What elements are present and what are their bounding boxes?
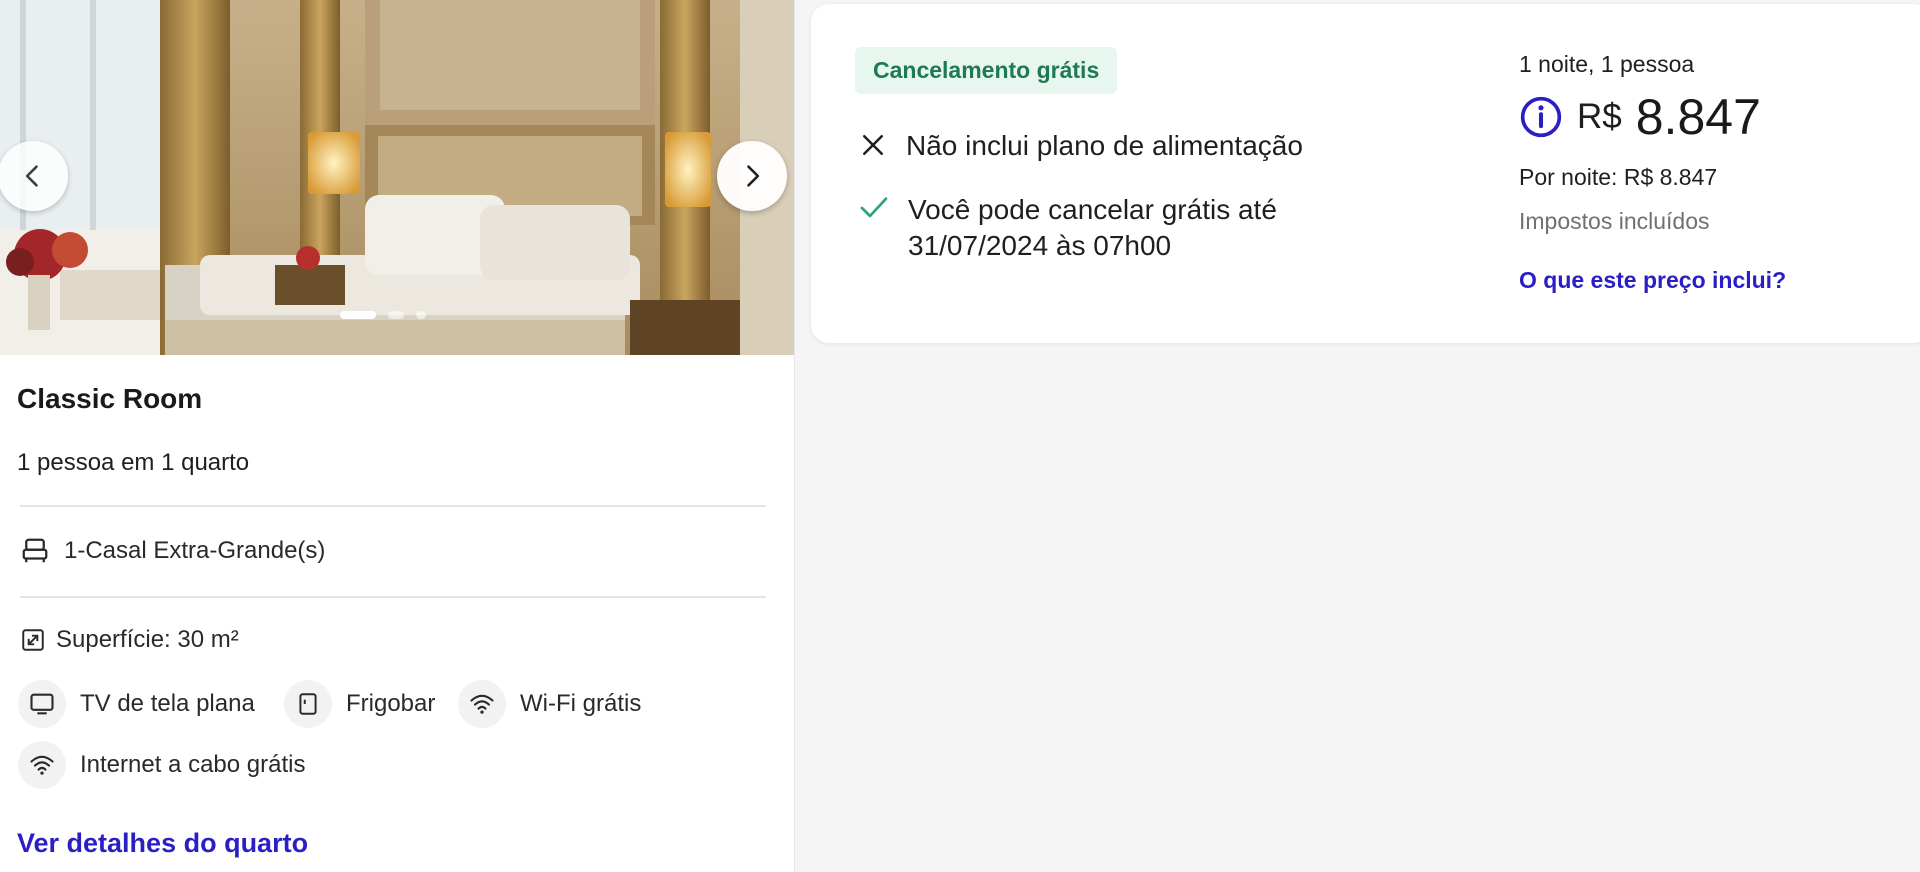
- price-includes-link[interactable]: O que este preço inclui?: [1519, 267, 1786, 294]
- minibar-icon: [284, 680, 332, 728]
- room-occupancy: 1 pessoa em 1 quarto: [17, 449, 250, 476]
- amenity-label: Frigobar: [346, 690, 436, 717]
- tv-icon: [18, 680, 66, 728]
- photo-pagination: [340, 311, 426, 319]
- bed-type: 1-Casal Extra-Grande(s): [64, 537, 326, 564]
- cancellation-info: Você pode cancelar grátis até 31/07/2024…: [858, 192, 1277, 264]
- room-name: Classic Room: [17, 383, 203, 414]
- total-price: R$ 8.847: [1519, 88, 1761, 146]
- check-icon: [860, 197, 888, 218]
- previous-photo-button[interactable]: [0, 141, 68, 211]
- next-photo-button[interactable]: [717, 141, 787, 211]
- meal-plan-text: Não inclui plano de alimentação: [906, 130, 1303, 161]
- wifi-icon: [458, 680, 506, 728]
- amenity-item: Wi-Fi grátis: [458, 680, 641, 728]
- cancellation-deadline: 31/07/2024 às 07h00: [908, 230, 1172, 261]
- amenity-label: Wi-Fi grátis: [520, 690, 642, 717]
- divider: [20, 596, 766, 598]
- taxes-note: Impostos incluídos: [1519, 208, 1710, 234]
- price-currency: R$: [1577, 97, 1622, 136]
- room-panel: Classic Room 1 pessoa em 1 quarto 1-Casa…: [0, 0, 794, 872]
- amenity-label: TV de tela plana: [80, 690, 255, 717]
- surface-area: Superfície: 30 m²: [56, 626, 239, 653]
- cancellation-text: Você pode cancelar grátis até: [908, 194, 1277, 225]
- pagination-dot[interactable]: [388, 311, 404, 319]
- panel-divider: [794, 0, 795, 872]
- close-icon: [863, 135, 883, 155]
- room-photo-image: [0, 0, 794, 355]
- stay-summary: 1 noite, 1 pessoa: [1519, 51, 1695, 77]
- divider: [20, 505, 766, 507]
- bed-icon: [22, 538, 48, 563]
- bed-info: 1-Casal Extra-Grande(s): [20, 536, 325, 566]
- wifi-icon: [18, 741, 66, 789]
- free-cancellation-badge: Cancelamento grátis: [855, 47, 1118, 94]
- expand-icon: [22, 629, 44, 651]
- chevron-left-icon: [25, 165, 38, 187]
- surface-info: Superfície: 30 m²: [20, 626, 239, 654]
- info-icon[interactable]: [1519, 95, 1563, 139]
- amenity-item: Internet a cabo grátis: [18, 741, 305, 789]
- chevron-right-icon: [747, 165, 760, 187]
- room-details-link[interactable]: Ver detalhes do quarto: [17, 828, 308, 859]
- room-photo[interactable]: [0, 0, 794, 355]
- price-per-night: Por noite: R$ 8.847: [1519, 164, 1718, 190]
- rate-card: Cancelamento grátis Não inclui plano de …: [811, 4, 1920, 343]
- amenity-label: Internet a cabo grátis: [80, 751, 306, 778]
- amenity-item: TV de tela plana: [18, 680, 255, 728]
- meal-plan-info: Não inclui plano de alimentação: [858, 128, 1303, 164]
- pagination-dot[interactable]: [416, 311, 426, 319]
- price-amount: 8.847: [1635, 89, 1761, 145]
- amenity-item: Frigobar: [284, 680, 435, 728]
- pagination-dot[interactable]: [340, 311, 376, 319]
